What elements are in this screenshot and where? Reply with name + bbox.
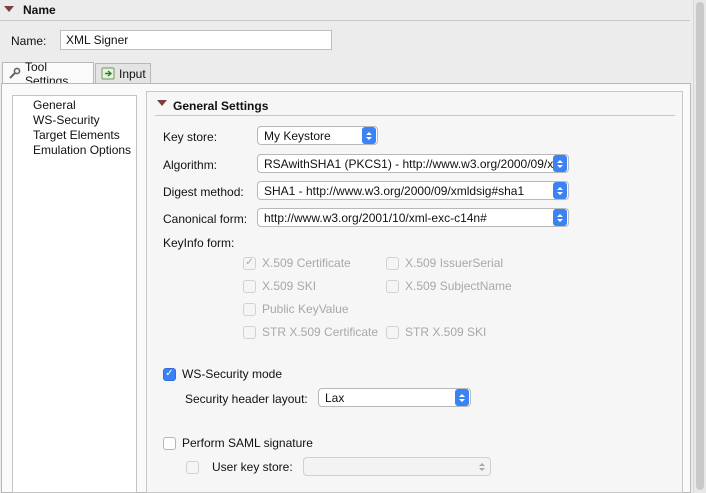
keyinfo-str-x509-ski[interactable]: STR X.509 SKI (386, 325, 486, 339)
keyinfo-form-label: KeyInfo form: (163, 236, 235, 250)
scrollbar-thumb[interactable] (696, 2, 704, 490)
nav-item-general[interactable]: General (13, 98, 136, 113)
nav-item-emulation-options[interactable]: Emulation Options (13, 143, 136, 158)
keyinfo-x509-issuerserial[interactable]: X.509 IssuerSerial (386, 256, 503, 270)
checkbox-label: Perform SAML signature (182, 436, 313, 450)
wrench-icon (8, 67, 21, 80)
checkbox-label: X.509 Certificate (262, 256, 351, 270)
name-input[interactable]: XML Signer (60, 30, 332, 50)
checkbox[interactable] (243, 325, 256, 339)
checkbox-checked[interactable]: ✓ (163, 367, 176, 381)
collapse-triangle-icon[interactable] (4, 6, 14, 12)
nav-item-target-elements[interactable]: Target Elements (13, 128, 136, 143)
chevron-updown-icon (362, 127, 376, 144)
divider (155, 115, 675, 116)
algorithm-label: Algorithm: (163, 158, 218, 172)
algorithm-select[interactable]: RSAwithSHA1 (PKCS1) - http://www.w3.org/… (257, 154, 569, 173)
tab-label: Input (119, 66, 146, 81)
user-key-store-select[interactable] (303, 457, 491, 476)
input-arrow-icon (101, 67, 115, 80)
checkbox-label: WS-Security mode (182, 367, 283, 381)
canonical-form-select[interactable]: http://www.w3.org/2001/10/xml-exc-c14n# (257, 208, 569, 227)
checkbox-label: STR X.509 Certificate (262, 325, 379, 339)
chevron-updown-icon (553, 209, 567, 226)
divider (0, 20, 690, 21)
perform-saml-signature[interactable]: Perform SAML signature (163, 436, 313, 450)
keyinfo-x509-certificate[interactable]: ✓ X.509 Certificate (243, 256, 351, 270)
vertical-scrollbar[interactable] (693, 0, 706, 493)
security-header-layout-select[interactable]: Lax (318, 388, 471, 407)
nav-item-ws-security[interactable]: WS-Security (13, 113, 136, 128)
chevron-updown-icon (553, 182, 567, 199)
keyinfo-str-x509-certificate[interactable]: STR X.509 Certificate (243, 325, 378, 339)
checkbox[interactable] (386, 279, 399, 293)
chevron-updown-icon (553, 155, 567, 172)
keyinfo-x509-subjectname[interactable]: X.509 SubjectName (386, 279, 512, 293)
checkbox-label: X.509 IssuerSerial (405, 256, 504, 270)
checkbox-label: User key store: (212, 460, 293, 474)
canonical-form-label: Canonical form: (163, 212, 248, 226)
algorithm-value: RSAwithSHA1 (PKCS1) - http://www.w3.org/… (264, 156, 553, 171)
canonical-form-value: http://www.w3.org/2001/10/xml-exc-c14n# (264, 210, 487, 225)
checkbox[interactable] (186, 460, 199, 474)
digest-method-select[interactable]: SHA1 - http://www.w3.org/2000/09/xmldsig… (257, 181, 569, 200)
checkbox[interactable] (243, 279, 256, 293)
security-header-layout-label: Security header layout: (185, 392, 308, 406)
tab-input[interactable]: Input (95, 63, 151, 83)
chevron-updown-icon (455, 389, 469, 406)
collapse-triangle-icon[interactable] (157, 100, 167, 106)
checkbox-label: X.509 SubjectName (405, 279, 512, 293)
digest-method-label: Digest method: (163, 185, 244, 199)
checkbox[interactable] (386, 256, 399, 270)
tab-tool-settings[interactable]: Tool Settings (2, 60, 94, 88)
checkbox-label: STR X.509 SKI (405, 325, 487, 339)
user-key-store[interactable]: User key store: (186, 460, 293, 474)
checkbox[interactable] (243, 302, 256, 316)
keyinfo-public-keyvalue[interactable]: Public KeyValue (243, 302, 349, 316)
digest-method-value: SHA1 - http://www.w3.org/2000/09/xmldsig… (264, 183, 525, 198)
key-store-value: My Keystore (264, 128, 331, 143)
settings-nav: General WS-Security Target Elements Emul… (12, 95, 137, 493)
name-section-title: Name (23, 3, 56, 17)
general-settings-title: General Settings (173, 99, 269, 113)
checkbox-label: Public KeyValue (262, 302, 349, 316)
checkbox-checked-disabled[interactable]: ✓ (243, 256, 256, 270)
checkbox[interactable] (163, 436, 176, 450)
chevron-updown-icon (475, 458, 489, 475)
ws-security-mode[interactable]: ✓ WS-Security mode (163, 367, 282, 381)
name-label: Name: (11, 34, 47, 48)
checkbox-label: X.509 SKI (262, 279, 317, 293)
key-store-select[interactable]: My Keystore (257, 126, 378, 145)
checkbox[interactable] (386, 325, 399, 339)
security-header-layout-value: Lax (325, 390, 345, 405)
keyinfo-x509-ski[interactable]: X.509 SKI (243, 279, 316, 293)
key-store-label: Key store: (163, 130, 218, 144)
